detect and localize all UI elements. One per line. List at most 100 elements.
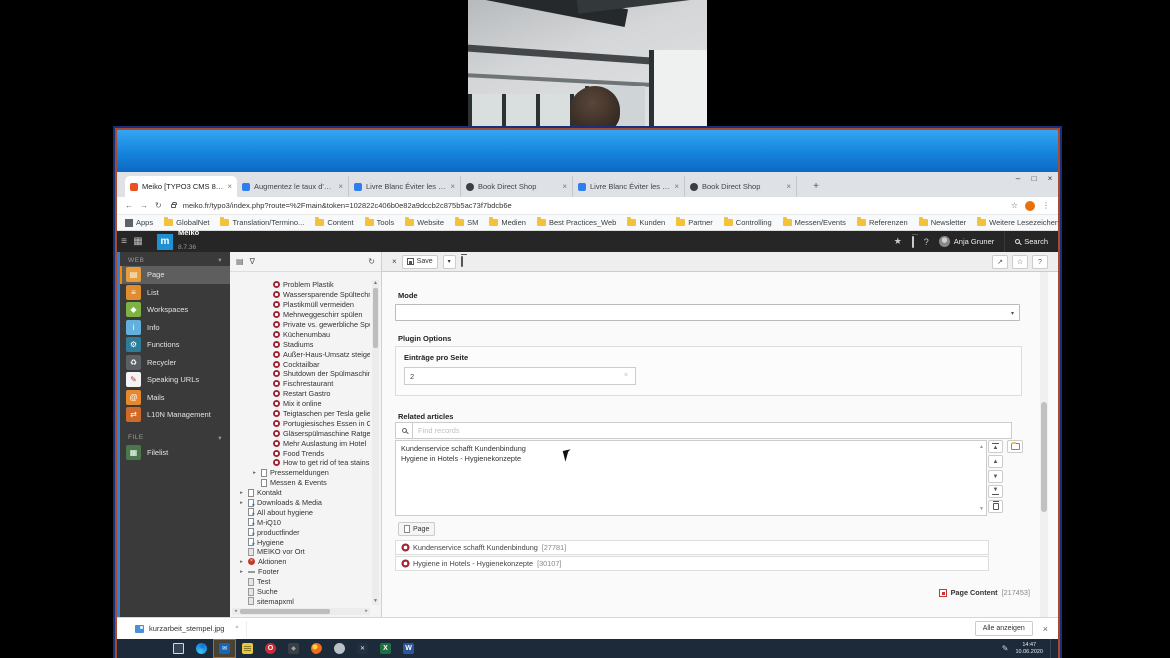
tree-item-label[interactable]: Pressemeldungen (270, 468, 329, 477)
taskbar-app taskbar-search[interactable] (144, 639, 167, 658)
bookmark-star-icon[interactable]: ★ (894, 236, 902, 247)
bookmark-folder[interactable]: GlobalNet (164, 217, 209, 227)
bookmark-folder[interactable]: Translation/Termino... (220, 217, 304, 227)
forward-icon[interactable]: → (140, 201, 148, 210)
new-page-icon[interactable]: ▤ (236, 257, 244, 266)
tree-item[interactable]: Gläserspülmaschine Ratgeber (232, 428, 370, 438)
taskbar-app start-button[interactable] (121, 639, 144, 658)
tree-item-label[interactable]: Problem Plastik (283, 280, 334, 289)
tree-item-label[interactable]: Wassersparende Spültechnik (283, 290, 370, 299)
module-item[interactable]: ⚙ Functions (120, 336, 230, 354)
apps-shortcut[interactable]: Apps (125, 218, 153, 227)
bookmark-folder[interactable]: Newsletter (918, 217, 966, 227)
tree-item[interactable]: How to get rid of tea stains (232, 458, 370, 468)
user-menu[interactable]: Anja Gruner (938, 236, 994, 247)
reload-icon[interactable]: ↻ (155, 201, 162, 210)
tree-item-label[interactable]: Downloads & Media (257, 498, 322, 507)
tree-item-label[interactable]: Suche (257, 587, 278, 596)
taskbar-app firefox[interactable] (305, 639, 328, 658)
tree-item[interactable]: Shutdown der Spülmaschine (232, 369, 370, 379)
tree-expand-icon[interactable]: ▸ (238, 569, 245, 575)
module-item[interactable]: ♻ Recycler (120, 354, 230, 372)
bookmark-folder[interactable]: Website (405, 217, 444, 227)
tree-item-label[interactable]: Mehrweggeschirr spülen (283, 310, 363, 319)
tab-close-icon[interactable]: × (674, 182, 679, 191)
tree-item[interactable]: ▸ Aktionen (232, 557, 370, 567)
tree-item-label[interactable]: Aktionen (258, 557, 286, 566)
clear-cache-icon[interactable] (911, 235, 914, 248)
tree-expand-icon[interactable]: ▸ (238, 490, 245, 496)
selected-articles-listbox[interactable]: Kundenservice schafft Kundenbindung Hygi… (395, 440, 987, 516)
maximize-button[interactable]: □ (1026, 172, 1042, 186)
scrollbar-thumb[interactable] (240, 609, 330, 614)
show-all-downloads-button[interactable]: Alle anzeigen (974, 621, 1033, 636)
tree-item-label[interactable]: Mix it online (283, 399, 322, 408)
tree-item-label[interactable]: All about hygiene (257, 508, 313, 517)
selected-article[interactable]: Hygiene in Hotels - Hygienekonzepte (401, 454, 976, 464)
help-icon[interactable]: ? (1032, 254, 1048, 269)
tree-item[interactable]: M-iQ10 (232, 517, 370, 527)
record-row[interactable]: Kundenservice schafft Kundenbindung [277… (395, 540, 989, 555)
move-down-button[interactable]: ▼ (988, 470, 1003, 483)
tree-item-label[interactable]: Restart Gastro (283, 389, 330, 398)
tab-close-icon[interactable]: × (786, 182, 791, 191)
filter-icon[interactable]: ∇ (250, 257, 255, 266)
move-up-button[interactable]: ▲ (988, 455, 1003, 468)
tree-item-label[interactable]: How to get rid of tea stains (283, 458, 369, 467)
tree-item-label[interactable]: Footer (258, 567, 279, 576)
close-document-icon[interactable]: × (392, 257, 397, 266)
tree-item-label[interactable]: Plastikmüll vermeiden (283, 300, 354, 309)
tree-item[interactable]: Test (232, 577, 370, 587)
tree-item[interactable]: Plastikmüll vermeiden (232, 300, 370, 310)
browser-tab[interactable]: Livre Blanc Éviter les déchets pla... × (573, 176, 685, 197)
tree-item-label[interactable]: productfinder (257, 528, 300, 537)
taskbar-app task-view[interactable] (167, 639, 190, 658)
browser-tab[interactable]: Augmentez le taux d'occupation × (237, 176, 349, 197)
tree-item-label[interactable]: Außer-Haus-Umsatz steigern (283, 350, 370, 359)
tree-item[interactable]: ▸ Footer (232, 567, 370, 577)
tree-item[interactable]: MEIKO vor Ort (232, 547, 370, 557)
scroll-right-icon[interactable]: ▸ (363, 608, 370, 615)
taskbar-app app-dark[interactable]: ◆ (282, 639, 305, 658)
entries-per-page-input[interactable] (404, 367, 636, 385)
tree-item[interactable]: Cocktailbar (232, 359, 370, 369)
tree-item-label[interactable]: Food Trends (283, 449, 324, 458)
tree-vertical-scrollbar[interactable]: ▲ ▼ (372, 280, 379, 605)
bookmark-star-icon[interactable]: ☆ (1011, 201, 1018, 210)
bookmark-folder[interactable]: Partner (676, 217, 713, 227)
tree-item[interactable]: All about hygiene (232, 507, 370, 517)
selected-article[interactable]: Kundenservice schafft Kundenbindung (401, 444, 976, 454)
help-icon[interactable]: ? (924, 237, 929, 247)
bookmark-folder[interactable]: Content (315, 217, 354, 227)
tree-item[interactable]: Restart Gastro (232, 389, 370, 399)
mode-select[interactable]: ▾ (395, 304, 1020, 321)
close-download-bar-icon[interactable]: × (1043, 624, 1048, 634)
menu-toggle-icon[interactable]: ≡ (117, 236, 131, 247)
minimize-button[interactable]: – (1010, 172, 1026, 186)
taskbar-app excel[interactable]: X (374, 639, 397, 658)
taskbar-app edge[interactable] (190, 639, 213, 658)
url-text[interactable]: meiko.fr/typo3/index.php?route=%2Fmain&t… (183, 201, 1004, 210)
tree-expand-icon[interactable]: ▸ (238, 559, 245, 565)
tab-close-icon[interactable]: × (338, 182, 343, 191)
tree-item[interactable]: Hygiene (232, 537, 370, 547)
scrollbar-thumb[interactable] (373, 288, 378, 348)
tree-expand-icon[interactable]: ▸ (251, 470, 258, 476)
clear-input-icon[interactable]: × (624, 372, 628, 379)
tree-item[interactable]: Portugiesisches Essen in China (232, 418, 370, 428)
page-button[interactable]: Page (398, 522, 436, 536)
tree-item[interactable]: Fischrestaurant (232, 379, 370, 389)
module-item[interactable]: ◆ Workspaces (120, 301, 230, 319)
browser-tab[interactable]: Livre Blanc Éviter les déchets pla... × (349, 176, 461, 197)
module-item[interactable]: ▦ Filelist (120, 444, 230, 462)
taskbar-app word[interactable]: W (397, 639, 420, 658)
chrome-profile-avatar[interactable] (1025, 200, 1035, 211)
tree-item-label[interactable]: MEIKO vor Ort (257, 547, 305, 556)
tree-item[interactable]: ▸ Pressemeldungen (232, 468, 370, 478)
scroll-left-icon[interactable]: ◂ (232, 608, 239, 615)
save-button[interactable]: Save (401, 254, 438, 269)
refresh-tree-icon[interactable]: ↻ (368, 257, 375, 266)
tree-item-label[interactable]: sitemapxml (257, 597, 294, 606)
taskbar-app outlook[interactable]: ✉ (213, 639, 236, 658)
tree-item[interactable]: Teigtaschen per Tesla geliefert (232, 409, 370, 419)
